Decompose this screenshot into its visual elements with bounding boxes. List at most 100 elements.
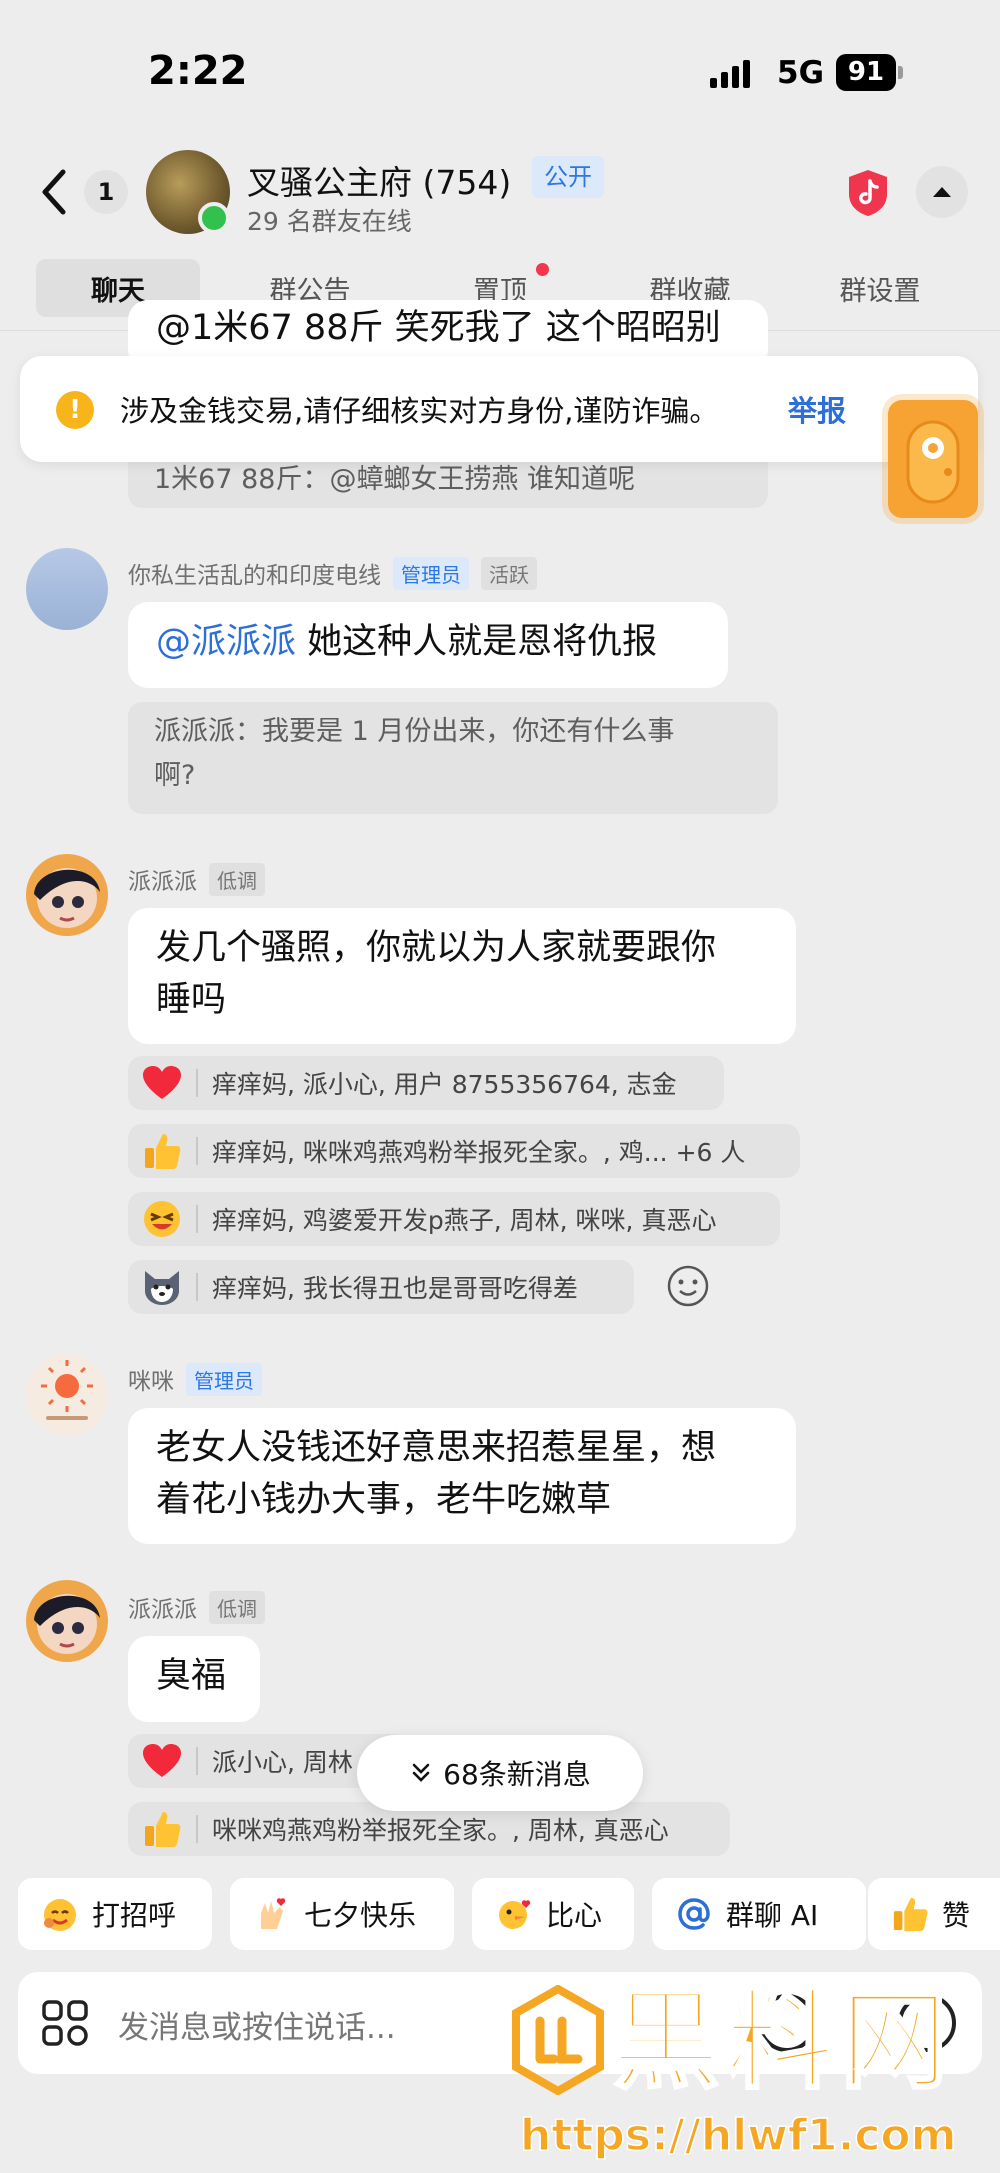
message-text: @1米67 88斤 笑死我了 这个昭昭别 bbox=[156, 308, 721, 348]
quick-reply-label: 赞 bbox=[942, 1899, 971, 1932]
double-chevron-down-icon bbox=[412, 1763, 430, 1782]
admin-badge: 管理员 bbox=[393, 556, 469, 590]
quick-reply-qixi[interactable]: 七夕快乐 bbox=[230, 1878, 454, 1950]
unread-count-badge[interactable]: 1 bbox=[84, 170, 128, 214]
public-badge: 公开 bbox=[532, 156, 604, 198]
avatar[interactable] bbox=[26, 1580, 108, 1662]
caret-up-icon bbox=[933, 187, 951, 197]
quick-reply-greet[interactable]: 打招呼 bbox=[18, 1878, 212, 1950]
add-reaction-icon[interactable] bbox=[666, 1264, 710, 1308]
message-bubble[interactable]: 老女人没钱还好意思来招惹星星，想 着花小钱办大事，老牛吃嫩草 bbox=[128, 1408, 796, 1544]
status-time: 2:22 bbox=[148, 48, 248, 94]
thumbs-up-icon bbox=[140, 1129, 184, 1173]
reaction-users: 派小心, 周林 bbox=[212, 1748, 353, 1777]
apps-grid-icon[interactable] bbox=[40, 1998, 90, 2048]
message-bubble[interactable]: 臭福 bbox=[128, 1636, 260, 1722]
message-text: 着花小钱办大事，老牛吃嫩草 bbox=[156, 1480, 612, 1520]
new-messages-button[interactable]: 68条新消息 bbox=[357, 1735, 643, 1811]
message-text: 她这种人就是恩将仇报 bbox=[307, 622, 658, 662]
quote-text: 啊? bbox=[154, 760, 196, 791]
duck-heart-icon bbox=[494, 1894, 534, 1934]
signal-icon bbox=[710, 58, 750, 88]
sender-name[interactable]: 咪咪 bbox=[128, 1362, 174, 1396]
chat-header: 1 叉骚公主府 (754) 公开 29 名群友在线 bbox=[0, 140, 1000, 250]
message-text: 发几个骚照，你就以为人家就要跟你 bbox=[156, 928, 717, 968]
reaction-row[interactable]: 痒痒妈, 派小心, 用户 8755356764, 志金 bbox=[128, 1056, 724, 1110]
message-input[interactable]: 发消息或按住说话... bbox=[118, 2002, 396, 2047]
fraud-warning-banner: ! 涉及金钱交易,请仔细核实对方身份,谨防诈骗。 举报 bbox=[20, 356, 978, 462]
quote-text: 派派派：我要是 1 月份出来，你还有什么事 bbox=[154, 716, 675, 747]
quick-reply-label: 群聊 AI bbox=[726, 1899, 819, 1932]
love-hand-icon bbox=[252, 1894, 292, 1934]
husky-face-icon bbox=[140, 1265, 184, 1309]
quote-text: 1米67 88斤：@蟑螂女王捞燕 谁知道呢 bbox=[154, 464, 636, 495]
online-indicator bbox=[198, 202, 230, 234]
watermark-title: 黑料网 bbox=[610, 1979, 955, 2104]
reaction-users: 痒痒妈, 咪咪鸡燕鸡粉举报死全家。, 鸡... +6 人 bbox=[212, 1138, 746, 1167]
reaction-row[interactable]: 痒痒妈, 鸡婆爱开发p燕子, 周林, 咪咪, 真恶心 bbox=[128, 1192, 780, 1246]
warning-icon: ! bbox=[56, 391, 94, 429]
message-text: 臭福 bbox=[156, 1656, 227, 1696]
sender-row: 你私生活乱的和印度电线 管理员 活跃 bbox=[128, 556, 537, 590]
collapse-button[interactable] bbox=[916, 166, 968, 218]
admin-badge: 管理员 bbox=[186, 1362, 262, 1396]
at-icon bbox=[674, 1894, 714, 1934]
quick-reply-label: 打招呼 bbox=[92, 1899, 177, 1932]
reaction-users: 咪咪鸡燕鸡粉举报死全家。, 周林, 真恶心 bbox=[212, 1816, 669, 1845]
quick-reply-ai[interactable]: 群聊 AI bbox=[652, 1878, 866, 1950]
status-bar: 2:22 5G 91 bbox=[0, 0, 1000, 140]
network-type: 5G bbox=[777, 55, 825, 91]
message-text: 睡吗 bbox=[156, 980, 227, 1020]
avatar[interactable] bbox=[26, 1354, 108, 1436]
reaction-divider bbox=[196, 1205, 198, 1233]
group-name[interactable]: 叉骚公主府 (754) bbox=[247, 156, 511, 204]
watermark-url: https://hlwf1.com bbox=[519, 2109, 957, 2162]
quoted-reply[interactable]: 派派派：我要是 1 月份出来，你还有什么事 啊? bbox=[128, 702, 778, 814]
back-button[interactable] bbox=[32, 162, 76, 222]
back-arrow-icon bbox=[42, 169, 66, 215]
sender-row: 咪咪 管理员 bbox=[128, 1362, 262, 1396]
reaction-users: 痒痒妈, 派小心, 用户 8755356764, 志金 bbox=[212, 1070, 677, 1099]
sender-name[interactable]: 派派派 bbox=[128, 862, 197, 896]
mention-link[interactable]: @派派派 bbox=[156, 622, 296, 662]
door-widget-icon[interactable] bbox=[888, 400, 978, 518]
reaction-divider bbox=[196, 1137, 198, 1165]
quick-reply-label: 比心 bbox=[546, 1899, 603, 1932]
quick-reply-like[interactable]: 赞 bbox=[868, 1878, 1000, 1950]
laughing-face-icon bbox=[140, 1197, 184, 1241]
quick-reply-label: 七夕快乐 bbox=[304, 1899, 417, 1932]
activity-badge: 低调 bbox=[209, 1590, 265, 1624]
thumbs-up-icon bbox=[140, 1807, 184, 1851]
heart-icon bbox=[140, 1739, 184, 1783]
tab-settings[interactable]: 群设置 bbox=[810, 259, 950, 317]
battery-nub bbox=[898, 66, 903, 79]
avatar[interactable] bbox=[26, 548, 108, 630]
pinned-notification-dot bbox=[536, 263, 549, 276]
activity-badge: 低调 bbox=[209, 862, 265, 896]
quick-reply-heart[interactable]: 比心 bbox=[472, 1878, 634, 1950]
wave-face-icon bbox=[40, 1894, 80, 1934]
douyin-shield-icon[interactable] bbox=[845, 168, 891, 218]
watermark-logo-icon bbox=[510, 1984, 606, 2096]
reaction-divider bbox=[196, 1815, 198, 1843]
sender-row: 派派派 低调 bbox=[128, 1590, 265, 1624]
report-link[interactable]: 举报 bbox=[788, 388, 846, 430]
new-messages-label: 68条新消息 bbox=[443, 1758, 591, 1791]
reaction-users: 痒痒妈, 我长得丑也是哥哥吃得差 bbox=[212, 1274, 578, 1303]
heart-icon bbox=[140, 1061, 184, 1105]
sender-name[interactable]: 你私生活乱的和印度电线 bbox=[128, 556, 381, 590]
reaction-row[interactable]: 痒痒妈, 我长得丑也是哥哥吃得差 bbox=[128, 1260, 634, 1314]
sender-row: 派派派 低调 bbox=[128, 862, 265, 896]
thumbs-up-icon bbox=[890, 1894, 930, 1934]
warning-text: 涉及金钱交易,请仔细核实对方身份,谨防诈骗。 bbox=[120, 394, 719, 428]
sender-name[interactable]: 派派派 bbox=[128, 1590, 197, 1624]
message-bubble[interactable]: @派派派 她这种人就是恩将仇报 bbox=[128, 602, 728, 688]
reaction-divider bbox=[196, 1273, 198, 1301]
reaction-row[interactable]: 痒痒妈, 咪咪鸡燕鸡粉举报死全家。, 鸡... +6 人 bbox=[128, 1124, 800, 1178]
reaction-divider bbox=[196, 1747, 198, 1775]
battery-icon: 91 bbox=[836, 54, 896, 91]
online-count: 29 名群友在线 bbox=[247, 207, 412, 236]
avatar[interactable] bbox=[26, 854, 108, 936]
message-bubble[interactable]: 发几个骚照，你就以为人家就要跟你 睡吗 bbox=[128, 908, 796, 1044]
message-text: 老女人没钱还好意思来招惹星星，想 bbox=[156, 1428, 717, 1468]
